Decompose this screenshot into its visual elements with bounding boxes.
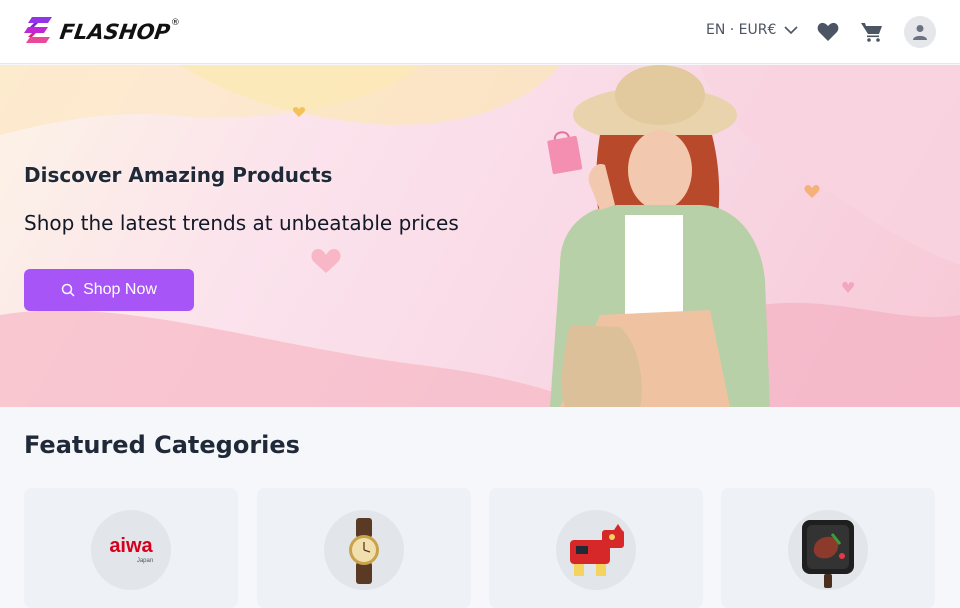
flashop-logo-icon (24, 17, 52, 43)
hero-title: Discover Amazing Products (24, 163, 333, 187)
cart-button[interactable] (860, 20, 884, 44)
chevron-down-icon (784, 26, 798, 35)
brand-logo[interactable]: FLASHOP ® (24, 14, 180, 50)
shop-now-label: Shop Now (83, 281, 157, 298)
hero-banner: Discover Amazing Products Shop the lates… (0, 65, 960, 407)
locale-label: EN · EUR€ (706, 22, 777, 38)
toy-robot-icon (556, 510, 636, 590)
category-card[interactable] (721, 488, 935, 608)
hero-subtitle: Shop the latest trends at unbeatable pri… (24, 211, 459, 235)
registered-mark: ® (170, 18, 180, 28)
search-icon (61, 283, 75, 297)
account-button[interactable] (904, 16, 936, 48)
wristwatch-icon (324, 510, 404, 590)
heart-icon (817, 22, 839, 41)
brand-name: FLASHOP (58, 20, 172, 44)
grill-pan-icon (788, 510, 868, 590)
locale-currency-selector[interactable]: EN · EUR€ (706, 22, 798, 38)
top-header: FLASHOP ® EN · EUR€ (0, 0, 960, 64)
category-card[interactable]: aiwa Japan (24, 488, 238, 608)
shop-now-button[interactable]: Shop Now (24, 269, 194, 311)
cart-icon (861, 23, 882, 42)
user-icon (913, 25, 927, 40)
wishlist-button[interactable] (816, 20, 840, 44)
aiwa-logo: aiwa Japan (91, 510, 171, 590)
hero-image (0, 65, 960, 407)
category-card[interactable] (257, 488, 471, 608)
featured-categories-title: Featured Categories (24, 431, 300, 459)
aiwa-logo-sub: Japan (137, 558, 153, 564)
aiwa-logo-text: aiwa (109, 535, 153, 557)
category-card[interactable] (489, 488, 703, 608)
